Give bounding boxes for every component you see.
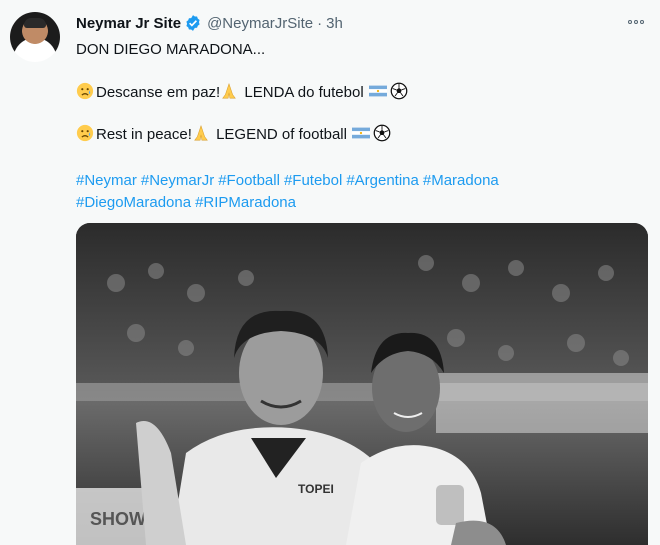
line2-text-a: Descanse em paz! [96,84,221,101]
hashtag-link[interactable]: #Football [218,172,280,189]
tweet[interactable]: Neymar Jr Site @NeymarJrSite · 3h DON DI… [0,0,660,545]
hashtag-link[interactable]: #DiegoMaradona [76,194,191,211]
jersey-text: TOPEI [298,482,334,496]
argentina-flag-emoji [368,85,387,97]
praying-hands-emoji [194,124,208,141]
more-options-icon[interactable] [624,12,648,32]
tweet-text-line-2: Descanse em paz! LENDA do futebol [76,82,410,103]
line2-text-b: LENDA do futebol [244,84,364,101]
tweet-header: Neymar Jr Site @NeymarJrSite · 3h [76,13,343,33]
hashtag-link[interactable]: #RIPMaradona [195,194,296,211]
photo-illustration: SHOW TOPEI [76,223,648,545]
banner-text: SHOW [90,509,146,529]
argentina-flag-emoji [352,127,371,139]
hashtag-link[interactable]: #Futebol [284,172,342,189]
sad-face-emoji [76,82,94,100]
verified-badge-icon [186,15,200,31]
soccer-ball-emoji [373,124,391,142]
timestamp[interactable]: 3h [326,15,343,32]
line3-text-a: Rest in peace! [96,126,192,143]
soccer-ball-emoji [390,82,408,100]
author-handle[interactable]: @NeymarJrSite [207,15,313,32]
praying-hands-emoji [222,82,237,99]
hashtag-link[interactable]: #Maradona [423,172,499,189]
hashtag-link[interactable]: #Argentina [346,172,419,189]
line3-text-b: LEGEND of football [216,126,347,143]
hashtag-link[interactable]: #NeymarJr [141,172,214,189]
hashtag-link[interactable]: #Neymar [76,172,137,189]
tweet-photo[interactable]: SHOW TOPEI [76,223,648,545]
separator-dot: · [317,14,323,32]
author-name[interactable]: Neymar Jr Site [76,15,181,32]
tweet-text-line-3: Rest in peace! LEGEND of football [76,124,393,145]
avatar[interactable] [10,12,60,62]
hashtag-list: #Neymar #NeymarJr #Football #Futebol #Argent… [76,170,646,214]
tweet-text-line-1: DON DIEGO MARADONA... [76,41,266,58]
sad-face-emoji [76,124,94,142]
